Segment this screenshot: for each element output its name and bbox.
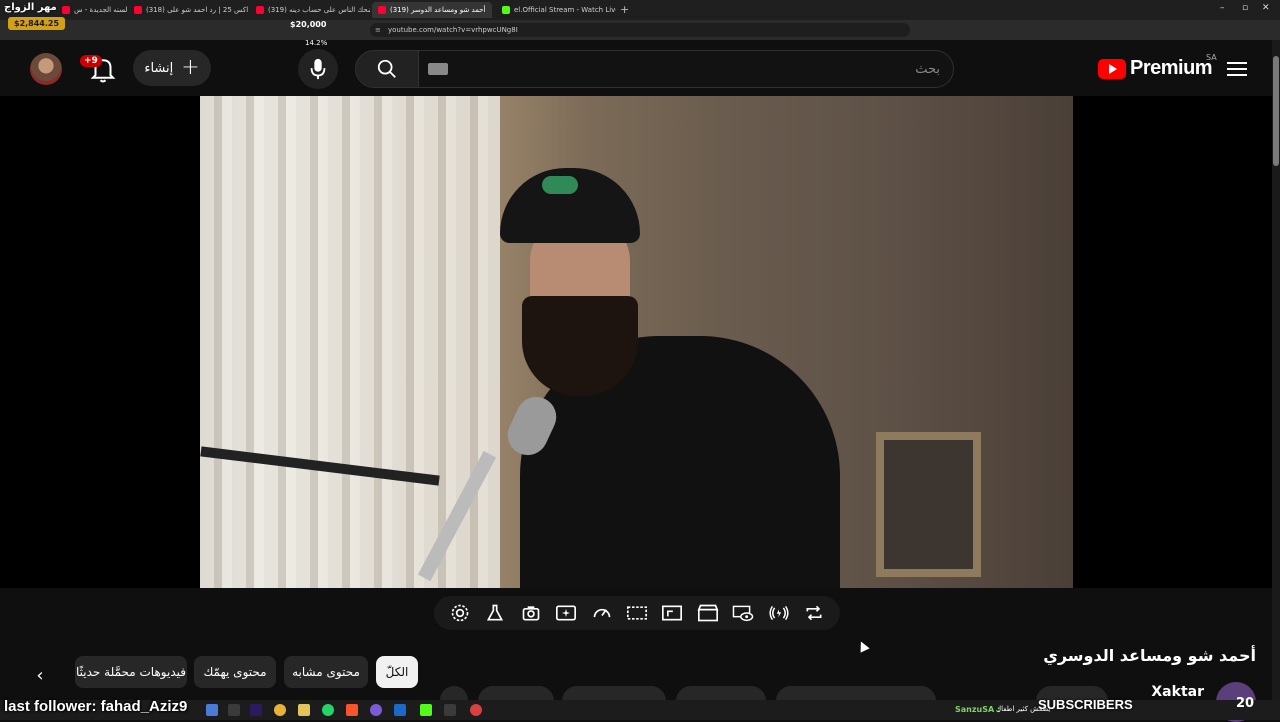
- browser-tab-bar: اول بث في السنه الجديدة - س (318) لاعانة…: [0, 0, 1280, 20]
- eye-icon[interactable]: [732, 602, 754, 624]
- new-tab-button[interactable]: +: [620, 3, 629, 16]
- lock-icon: ≡: [375, 26, 381, 34]
- video-wall-frame: [876, 432, 981, 577]
- video-person-beard: [522, 296, 638, 396]
- browser-tab[interactable]: اول بث في السنه الجديدة - س: [56, 2, 128, 18]
- browser-tab[interactable]: (318) لاعانة اكس 25 | رد احمد شو على: [128, 2, 250, 18]
- video-cap-logo: [542, 176, 578, 194]
- clapper-icon[interactable]: [697, 602, 719, 624]
- scrollbar-thumb[interactable]: [1273, 56, 1279, 166]
- url-field[interactable]: ≡ youtube.com/watch?v=vrhpwcUNg8I: [370, 23, 910, 37]
- chrome-icon[interactable]: [274, 704, 286, 716]
- tab-label: اول بث في السنه الجديدة - س: [74, 6, 128, 14]
- taskbar-app-icon[interactable]: [370, 704, 382, 716]
- browser-tab[interactable]: el.Official Stream - Watch Live on Ki: [496, 2, 616, 18]
- taskbar-app-icon[interactable]: [228, 704, 240, 716]
- resize-icon[interactable]: [661, 602, 683, 624]
- chip-all[interactable]: الكلّ: [376, 656, 418, 688]
- overlay-subscribers-count: 20: [1236, 696, 1255, 711]
- create-label: إنشاء: [144, 60, 174, 76]
- tab-label: (319) أحمد شو ومساعد الدوسر: [390, 6, 486, 14]
- voice-search-button[interactable]: [298, 49, 338, 89]
- overlay-goal-amount: $20,000: [290, 20, 327, 29]
- search-input[interactable]: [470, 58, 940, 80]
- youtube-favicon-icon: [62, 6, 70, 14]
- browser-tab-active[interactable]: (319) أحمد شو ومساعد الدوسر✕: [372, 2, 492, 18]
- loop-icon[interactable]: [803, 602, 825, 624]
- browser-tab[interactable]: (319) يضحك الناس على حساب دينه !!: [250, 2, 370, 18]
- obs-icon[interactable]: [470, 704, 482, 716]
- chevron-left-icon[interactable]: ‹: [28, 664, 52, 688]
- settings-icon[interactable]: [449, 602, 471, 624]
- notification-badge: +9: [80, 55, 102, 67]
- logo-text: Premium: [1130, 57, 1213, 79]
- player-enhancer-toolbar: [434, 596, 840, 630]
- kick-icon[interactable]: [420, 704, 432, 716]
- plus-icon: +: [181, 55, 200, 80]
- camera-icon[interactable]: [520, 602, 542, 624]
- overlay-subscribers-label: SUBSCRIBERS: [1038, 697, 1133, 712]
- maximize-button[interactable]: ▫: [1242, 3, 1248, 13]
- minimize-button[interactable]: –: [1220, 3, 1225, 13]
- taskbar-app-icon[interactable]: [444, 704, 456, 716]
- chip-related[interactable]: محتوى مشابه: [284, 656, 368, 688]
- chip-for-you[interactable]: محتوى يهمّك: [194, 656, 276, 688]
- whatsapp-icon[interactable]: [322, 704, 334, 716]
- country-code: SA: [1206, 53, 1217, 62]
- overlay-goal-percent: 14.2%: [305, 39, 328, 47]
- mouse-cursor-icon: [856, 639, 870, 653]
- menu-icon[interactable]: [1224, 58, 1250, 78]
- close-window-button[interactable]: ✕: [1262, 3, 1270, 13]
- mic-icon: [310, 58, 326, 80]
- folder-icon[interactable]: [298, 704, 310, 716]
- youtube-logo[interactable]: Premium SA: [1098, 53, 1217, 80]
- taskbar-app-icon[interactable]: [250, 704, 262, 716]
- url-text: youtube.com/watch?v=vrhpwcUNg8I: [388, 26, 518, 34]
- search-icon: [377, 59, 396, 78]
- chat-username: SanzuSA :: [955, 705, 1001, 714]
- sparkle-icon[interactable]: [555, 602, 577, 624]
- taskbar-app-icon[interactable]: [206, 704, 218, 716]
- speed-icon[interactable]: [591, 602, 613, 624]
- video-title: أحمد شو ومساعد الدوسري: [1043, 646, 1256, 665]
- keyboard-icon[interactable]: [428, 63, 448, 75]
- avatar[interactable]: [30, 53, 62, 85]
- video-frame[interactable]: [200, 96, 1073, 588]
- tab-label: el.Official Stream - Watch Live on Ki: [514, 6, 616, 14]
- tab-label: (318) لاعانة اكس 25 | رد احمد شو على: [146, 6, 250, 14]
- steam-icon[interactable]: [394, 704, 406, 716]
- channel-name[interactable]: Xaktar: [1151, 684, 1204, 700]
- browser-address-bar: ≡ youtube.com/watch?v=vrhpwcUNg8I: [0, 20, 1280, 54]
- frame-icon[interactable]: [626, 602, 648, 624]
- chip-recently-uploaded[interactable]: فيديوهات محمَّلة حديثًا: [75, 656, 187, 688]
- youtube-logo-icon: [1098, 58, 1126, 79]
- overlay-goal-title: مهر الزواج: [4, 2, 57, 13]
- overlay-price-badge: $2,844.25: [8, 17, 66, 30]
- youtube-favicon-icon: [378, 6, 386, 14]
- search-button[interactable]: [355, 50, 419, 88]
- kick-favicon-icon: [502, 6, 510, 14]
- brave-icon[interactable]: [346, 704, 358, 716]
- broadcast-icon[interactable]: [768, 602, 790, 624]
- youtube-favicon-icon: [256, 6, 264, 14]
- create-button[interactable]: إنشاء +: [133, 50, 211, 86]
- flask-icon[interactable]: [484, 602, 506, 624]
- overlay-last-follower: last follower: fahad_Aziz9: [4, 698, 188, 715]
- youtube-favicon-icon: [134, 6, 142, 14]
- tab-label: (319) يضحك الناس على حساب دينه !!: [268, 6, 370, 14]
